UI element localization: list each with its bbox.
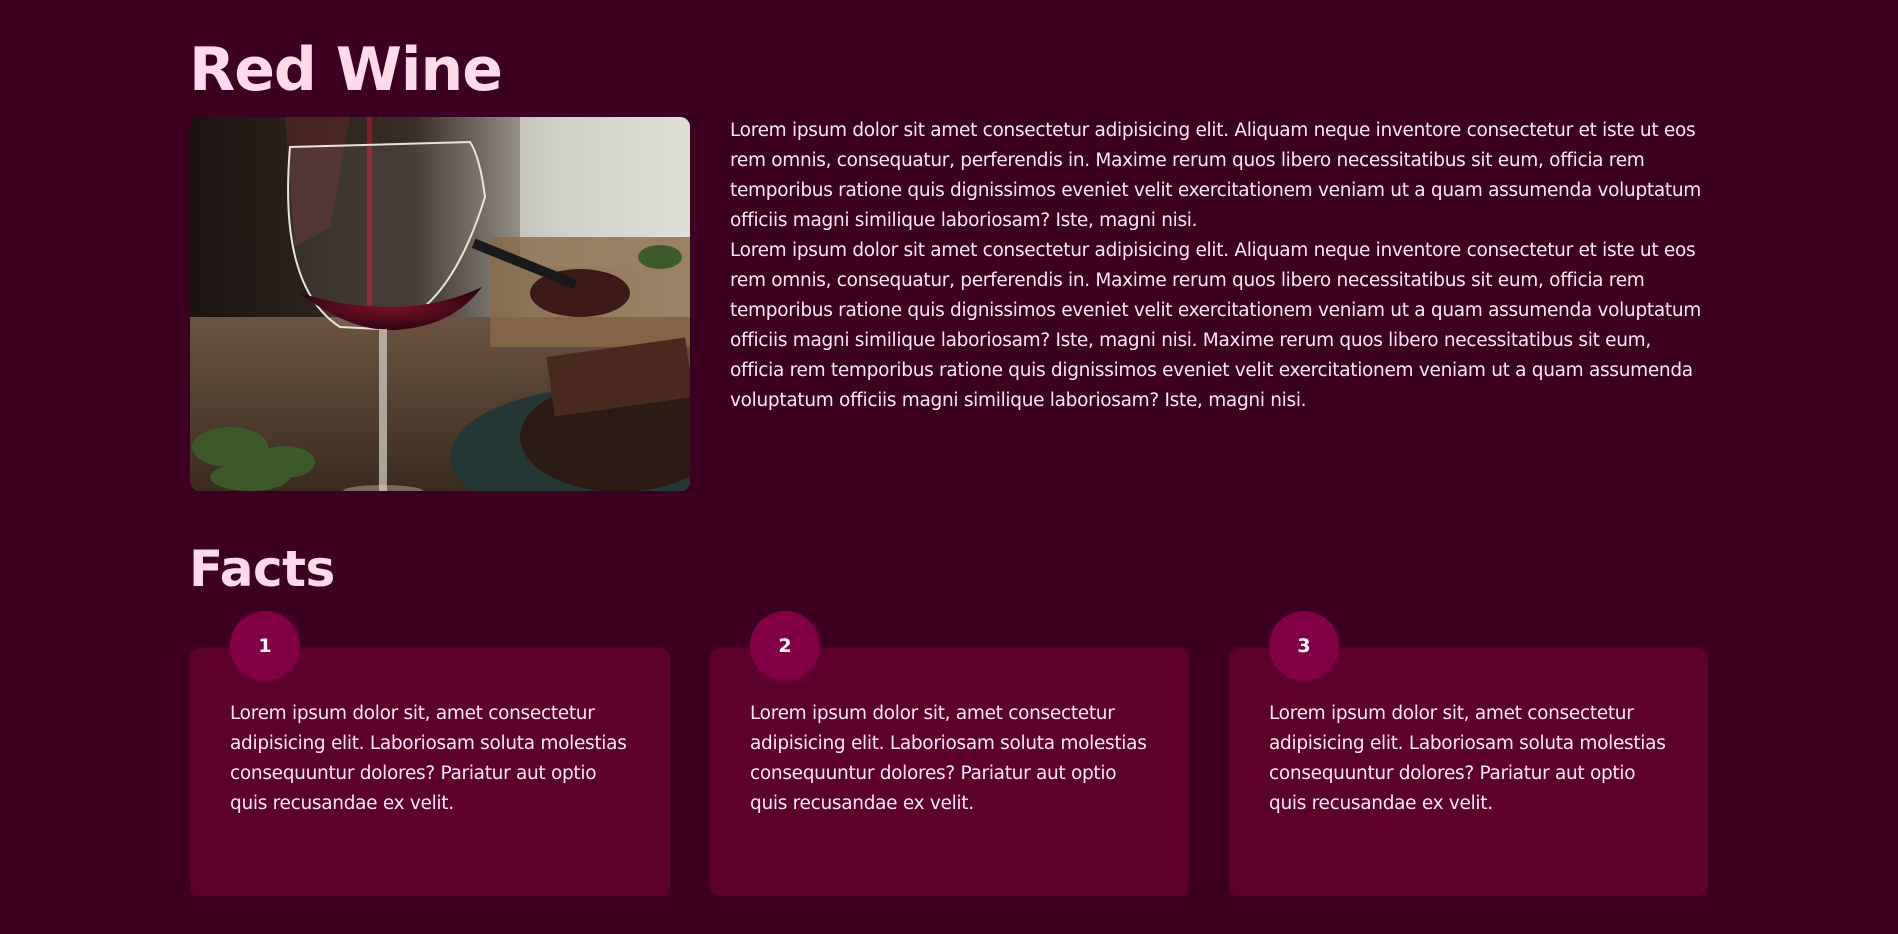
- intro-paragraph-2: Lorem ipsum dolor sit amet consectetur a…: [730, 240, 1701, 411]
- page-title: Red Wine: [189, 35, 503, 105]
- fact-text: Lorem ipsum dolor sit, amet consectetur …: [230, 703, 627, 814]
- fact-card-2: 2 Lorem ipsum dolor sit, amet consectetu…: [710, 611, 1189, 896]
- red-wine-photo: [190, 117, 690, 491]
- fact-text: Lorem ipsum dolor sit, amet consectetur …: [750, 703, 1147, 814]
- fact-card-3: 3 Lorem ipsum dolor sit, amet consectetu…: [1229, 611, 1708, 896]
- facts-heading: Facts: [189, 540, 335, 598]
- fact-text: Lorem ipsum dolor sit, amet consectetur …: [1269, 703, 1666, 814]
- fact-number-badge: 2: [750, 611, 820, 681]
- wine-glass-icon: [190, 117, 690, 491]
- fact-number-badge: 3: [1269, 611, 1339, 681]
- fact-card-1: 1 Lorem ipsum dolor sit, amet consectetu…: [190, 611, 670, 896]
- intro-paragraph-1: Lorem ipsum dolor sit amet consectetur a…: [730, 120, 1701, 231]
- intro-text: Lorem ipsum dolor sit amet consectetur a…: [730, 116, 1706, 416]
- fact-number-badge: 1: [230, 611, 300, 681]
